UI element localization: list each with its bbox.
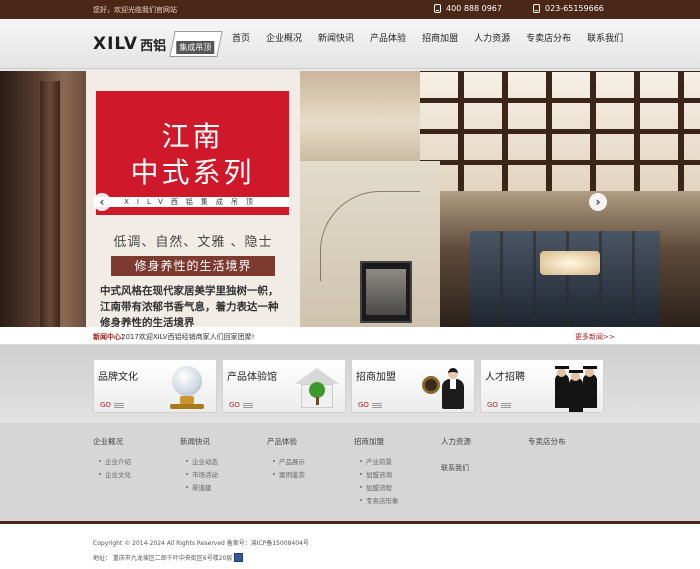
poster-subtitle: 低调、自然、文雅 、隐士 xyxy=(113,235,273,250)
poster-slogan: 修身养性的生活境界 xyxy=(111,256,275,276)
feature-cards: 品牌文化 GO 产品体验馆 GO 招商加盟 GO 人才招聘 GO xyxy=(0,345,700,423)
footer-heading[interactable]: 人力资源 xyxy=(441,436,471,447)
card-product-hall[interactable]: 产品体验馆 GO xyxy=(222,359,346,413)
go-link[interactable]: GO xyxy=(487,401,511,409)
banner-lamp xyxy=(540,251,600,275)
card-title: 招商加盟 xyxy=(356,372,396,383)
card-brand-culture[interactable]: 品牌文化 GO xyxy=(93,359,217,413)
logo-brand: XILV xyxy=(93,34,139,54)
poster-desc-line3: 修身养性的生活境界 xyxy=(100,317,195,327)
card-recruitment[interactable]: 人才招聘 GO xyxy=(480,359,604,413)
main-nav: 首页 企业概况 新闻快讯 产品体验 招商加盟 人力资源 专卖店分布 联系我们 xyxy=(224,31,631,47)
news-headline-link[interactable]: 2017欢迎XILV西铝经销商家人们回家团聚! xyxy=(121,332,254,342)
nav-home[interactable]: 首页 xyxy=(224,31,258,47)
footer-links: 企业概况 企业介绍 企业文化 新闻快讯 企业动态 市场活动 渠道建 产品体验 产… xyxy=(0,423,700,521)
footer-link[interactable]: 案例鉴赏 xyxy=(273,469,305,479)
banner-next-button[interactable]: › xyxy=(589,193,607,211)
address-line: 地址： 重庆市九龙坡区二郎千叶中央街区6号楼20层 xyxy=(93,553,244,562)
footer-col-company: 企业概况 企业介绍 企业文化 xyxy=(93,436,131,482)
banner-prev-button[interactable]: ‹ xyxy=(93,193,111,211)
hotline-local-number: 023-65159666 xyxy=(545,4,604,13)
footer-heading[interactable]: 招商加盟 xyxy=(354,436,399,447)
hotline-local: 023-65159666 xyxy=(533,4,604,13)
footer-link[interactable]: 专卖店形象 xyxy=(360,495,399,505)
menu-lines-icon xyxy=(500,402,511,408)
footer-contact-link[interactable]: 联系我们 xyxy=(441,463,471,473)
footer-link[interactable]: 市场活动 xyxy=(186,469,218,479)
banner-tv xyxy=(360,261,412,323)
card-title: 产品体验馆 xyxy=(227,372,277,383)
nav-contact[interactable]: 联系我们 xyxy=(579,31,631,47)
more-news-link[interactable]: 更多新闻>> xyxy=(575,332,615,342)
footer-heading[interactable]: 产品体验 xyxy=(267,436,305,447)
site-logo[interactable]: XILV 西铝 集成吊顶 xyxy=(93,31,223,57)
copyright-bar: Copyright © 2014-2024 All Rights Reserve… xyxy=(0,521,700,569)
poster-brand-stripe: XILV西铝集成吊顶 xyxy=(96,197,289,207)
poster-title-line2: 中式系列 xyxy=(130,156,255,189)
address-text: 地址： 重庆市九龙坡区二郎千叶中央街区6号楼20层 xyxy=(93,555,233,562)
poster-desc-line2: 江南带有浓郁书香气息，着力表达一种 xyxy=(100,301,279,313)
go-link[interactable]: GO xyxy=(229,401,253,409)
footer-link[interactable]: 产业前景 xyxy=(360,456,399,466)
hotline-400-number: 400 888 0967 xyxy=(446,4,502,13)
nav-company[interactable]: 企业概况 xyxy=(258,31,310,47)
banner-poster: 江南 中式系列 XILV西铝集成吊顶 低调、自然、文雅 、隐士 修身养性的生活境… xyxy=(86,71,300,327)
footer-link[interactable]: 企业文化 xyxy=(99,469,131,479)
top-bar: 您好，欢迎光临我们官网站 400 888 0967 023-65159666 xyxy=(0,0,700,19)
poster-title-line1: 江南 xyxy=(161,120,224,153)
logo-tag: 集成吊顶 xyxy=(169,31,223,57)
nav-stores[interactable]: 专卖店分布 xyxy=(518,31,579,47)
globe-icon xyxy=(164,364,212,410)
hotline-400: 400 888 0967 xyxy=(434,4,502,13)
footer-heading[interactable]: 新闻快讯 xyxy=(180,436,218,447)
nav-franchise[interactable]: 招商加盟 xyxy=(414,31,466,47)
banner-ceiling xyxy=(420,71,700,191)
graduates-icon xyxy=(551,364,599,412)
banner-window xyxy=(470,231,660,327)
card-title: 人才招聘 xyxy=(485,372,525,383)
footer-col-stores: 专卖店分布 xyxy=(528,436,566,456)
footer-link[interactable]: 企业介绍 xyxy=(99,456,131,466)
mobile-icon xyxy=(533,4,540,13)
businesswoman-icon xyxy=(422,364,470,410)
footer-link[interactable]: 加盟咨询 xyxy=(360,469,399,479)
chevron-right-icon: › xyxy=(595,195,601,209)
footer-link[interactable]: 产品展示 xyxy=(273,456,305,466)
logo-tag-text: 集成吊顶 xyxy=(176,41,215,54)
site-header: XILV 西铝 集成吊顶 首页 企业概况 新闻快讯 产品体验 招商加盟 人力资源… xyxy=(0,19,700,69)
footer-link[interactable]: 企业动态 xyxy=(186,456,218,466)
footer-col-hr: 人力资源 联系我们 xyxy=(441,436,471,473)
nav-products[interactable]: 产品体验 xyxy=(362,31,414,47)
nav-hr[interactable]: 人力资源 xyxy=(466,31,518,47)
poster-desc-line1: 中式风格在现代家居美学里独树一帜， xyxy=(100,285,279,297)
house-tree-icon xyxy=(293,364,341,410)
logo-brand-cn: 西铝 xyxy=(140,38,167,54)
footer-link[interactable]: 渠道建 xyxy=(186,482,218,492)
footer-col-products: 产品体验 产品展示 案例鉴赏 xyxy=(267,436,305,482)
card-title: 品牌文化 xyxy=(98,372,138,383)
gov-badge-icon[interactable] xyxy=(234,553,244,562)
copyright-text: Copyright © 2014-2024 All Rights Reserve… xyxy=(93,540,309,547)
poster-description: 中式风格在现代家居美学里独树一帜， 江南带有浓郁书香气息，着力表达一种 修身养性… xyxy=(100,283,292,327)
go-link[interactable]: GO xyxy=(100,401,124,409)
footer-col-news: 新闻快讯 企业动态 市场活动 渠道建 xyxy=(180,436,218,495)
footer-col-franchise: 招商加盟 产业前景 加盟咨询 加盟流程 专卖店形象 xyxy=(354,436,399,508)
card-franchise[interactable]: 招商加盟 GO xyxy=(351,359,475,413)
menu-lines-icon xyxy=(371,402,382,408)
nav-news[interactable]: 新闻快讯 xyxy=(310,31,362,47)
banner-room-left xyxy=(0,71,86,327)
menu-lines-icon xyxy=(242,402,253,408)
go-link[interactable]: GO xyxy=(358,401,382,409)
phone-icon xyxy=(434,4,441,13)
footer-heading[interactable]: 企业概况 xyxy=(93,436,131,447)
footer-link[interactable]: 加盟流程 xyxy=(360,482,399,492)
film-reel-icon xyxy=(422,376,440,394)
menu-lines-icon xyxy=(113,402,124,408)
hero-banner: 江南 中式系列 XILV西铝集成吊顶 低调、自然、文雅 、隐士 修身养性的生活境… xyxy=(0,71,700,327)
footer-heading[interactable]: 专卖店分布 xyxy=(528,436,566,447)
chevron-left-icon: ‹ xyxy=(99,195,105,209)
news-ticker: 新闻中心： 2017欢迎XILV西铝经销商家人们回家团聚! 更多新闻>> xyxy=(0,327,700,345)
welcome-text: 您好，欢迎光临我们官网站 xyxy=(93,6,177,14)
